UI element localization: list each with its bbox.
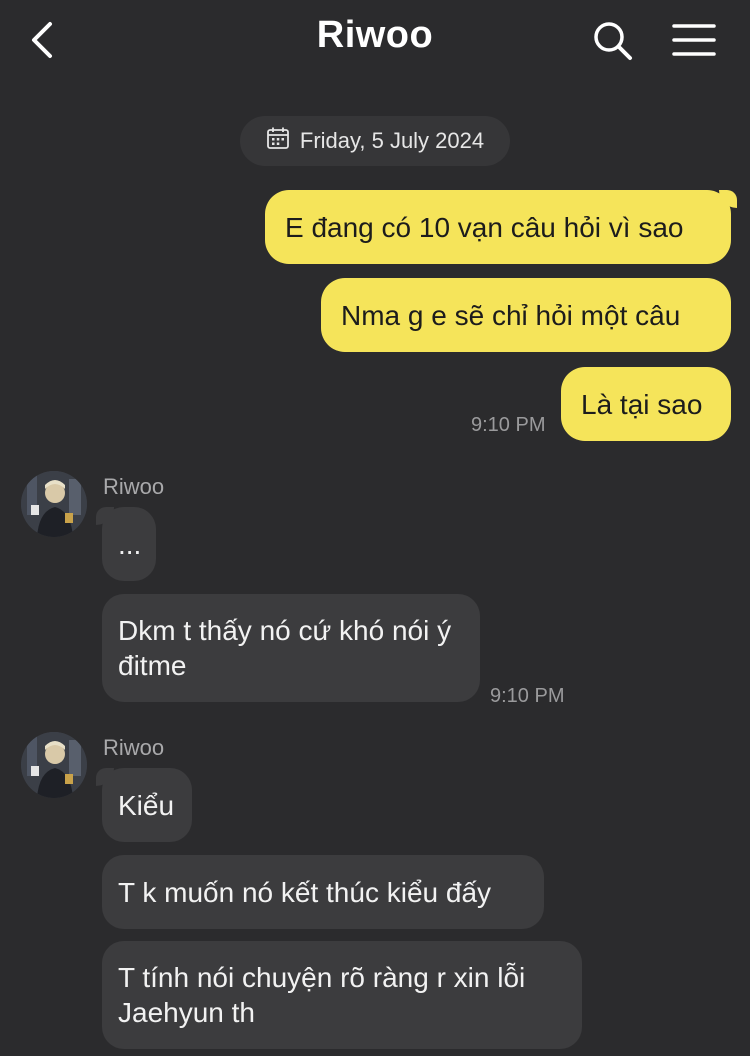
incoming-message[interactable]: ... (96, 507, 156, 581)
sender-name: Riwoo (103, 474, 165, 499)
avatar[interactable] (21, 471, 87, 537)
incoming-message[interactable]: T tính nói chuyện rõ ràng r xin lỗi Jaeh… (102, 941, 582, 1049)
incoming-message[interactable]: T k muốn nó kết thúc kiểu đấy (102, 855, 544, 929)
outgoing-message[interactable]: Nma g e sẽ chỉ hỏi một câu (321, 278, 731, 352)
message-text: Là tại sao (581, 388, 703, 420)
search-icon[interactable] (590, 18, 636, 64)
date-text: Friday, 5 July 2024 (299, 128, 485, 153)
message-text: E đang có 10 vạn câu hỏi vì sao (285, 211, 684, 243)
message-text: Nma g e sẽ chỉ hỏi một câu (341, 299, 681, 331)
outgoing-message[interactable]: E đang có 10 vạn câu hỏi vì sao (265, 190, 737, 264)
avatar[interactable] (21, 732, 87, 798)
message-text: T tính nói chuyện rõ ràng r xin lỗi Jaeh… (118, 962, 526, 1028)
sender-name: Riwoo (103, 735, 165, 760)
outgoing-message[interactable]: Là tại sao (561, 367, 731, 441)
date-divider: Friday, 5 July 2024 (240, 116, 510, 166)
chat-header: Riwoo (0, 0, 750, 80)
message-timestamp: 9:10 PM (490, 685, 565, 707)
incoming-message[interactable]: Dkm t thấy nó cứ khó nói ý đitme (102, 594, 480, 702)
message-text: Dkm t thấy nó cứ khó nói ý đitme (118, 615, 452, 681)
incoming-message[interactable]: Kiểu (96, 768, 192, 842)
calendar-icon (266, 126, 290, 156)
message-text: T k muốn nó kết thúc kiểu đấy (118, 876, 492, 908)
hamburger-menu-icon[interactable] (670, 20, 718, 60)
message-text: Kiểu (118, 789, 175, 821)
message-text: ... (118, 528, 142, 560)
chat-title: Riwoo (316, 14, 434, 56)
message-timestamp: 9:10 PM (471, 414, 546, 436)
